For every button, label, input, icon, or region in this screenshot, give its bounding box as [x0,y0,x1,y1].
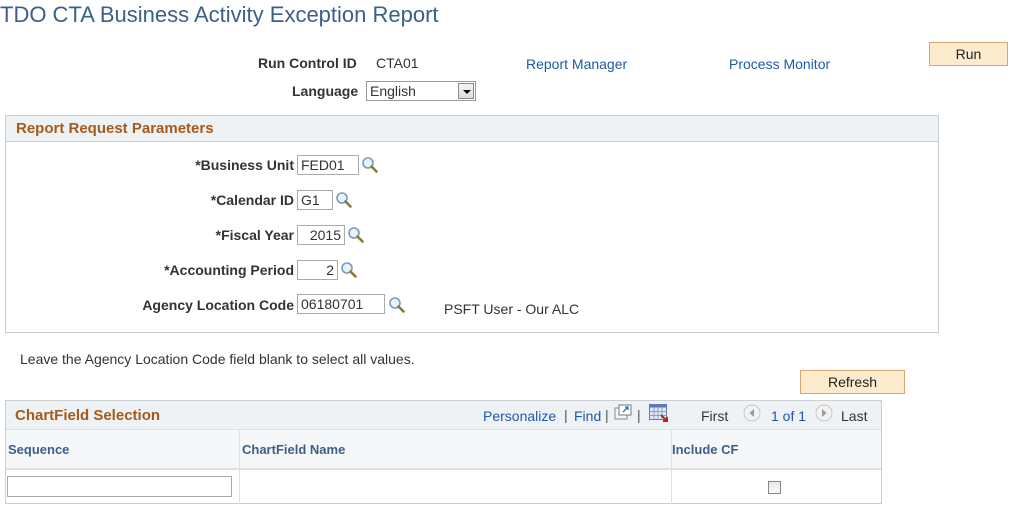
next-arrow-icon[interactable] [815,404,833,422]
separator: | [564,407,568,423]
process-monitor-link[interactable]: Process Monitor [729,56,830,72]
chevron-down-icon[interactable] [458,83,474,99]
last-label: Last [841,408,868,424]
first-label: First [701,408,729,424]
grid-column-header-row [6,430,881,470]
fiscal-year-label: *Fiscal Year [215,227,294,243]
language-select[interactable]: English [366,81,476,101]
group-header: Report Request Parameters [6,116,938,142]
page-info: 1 of 1 [771,408,807,424]
report-manager-link[interactable]: Report Manager [526,56,627,72]
accounting-period-label: *Accounting Period [164,262,294,278]
accounting-period-lookup-icon[interactable] [340,261,358,279]
calendar-id-lookup-icon[interactable] [335,191,353,209]
chartfield-grid-title: ChartField Selection [15,407,161,424]
find-link[interactable]: Find [574,408,601,424]
calendar-id-label: *Calendar ID [210,192,294,208]
business-unit-input[interactable]: FED01 [297,155,359,175]
fiscal-year-lookup-icon[interactable] [347,226,365,244]
run-control-id-label: Run Control ID [258,55,357,71]
column-header-sequence[interactable]: Sequence [8,442,69,457]
agency-location-code-input[interactable]: 06180701 [297,294,385,314]
run-button[interactable]: Run [929,42,1008,66]
include-cf-checkbox[interactable] [768,481,781,494]
page-title: TDO CTA Business Activity Exception Repo… [0,2,439,27]
business-unit-label: *Business Unit [195,157,294,173]
group-title: Report Request Parameters [16,120,214,137]
download-spreadsheet-icon[interactable] [649,404,669,422]
previous-arrow-icon[interactable] [743,404,761,422]
agency-location-code-description: PSFT User - Our ALC [444,301,580,317]
language-select-value: English [370,83,416,99]
separator: | [637,407,641,423]
column-header-include-cf[interactable]: Include CF [672,442,738,457]
column-divider [239,430,240,504]
language-label: Language [292,83,359,99]
fiscal-year-input[interactable]: 2015 [297,225,345,245]
personalize-link[interactable]: Personalize [483,408,556,424]
agency-location-code-label: Agency Location Code [142,297,294,313]
business-unit-lookup-icon[interactable] [361,156,379,174]
accounting-period-input[interactable]: 2 [297,260,338,280]
agency-location-code-lookup-icon[interactable] [388,296,406,314]
sequence-input[interactable] [7,476,232,497]
hint-text: Leave the Agency Location Code field bla… [20,351,415,367]
refresh-button[interactable]: Refresh [800,370,905,394]
calendar-id-input[interactable]: G1 [297,190,333,210]
run-control-id-value: CTA01 [376,55,419,71]
separator: | [605,407,609,423]
column-header-chartfield-name[interactable]: ChartField Name [242,442,345,457]
new-window-icon[interactable] [614,404,633,421]
